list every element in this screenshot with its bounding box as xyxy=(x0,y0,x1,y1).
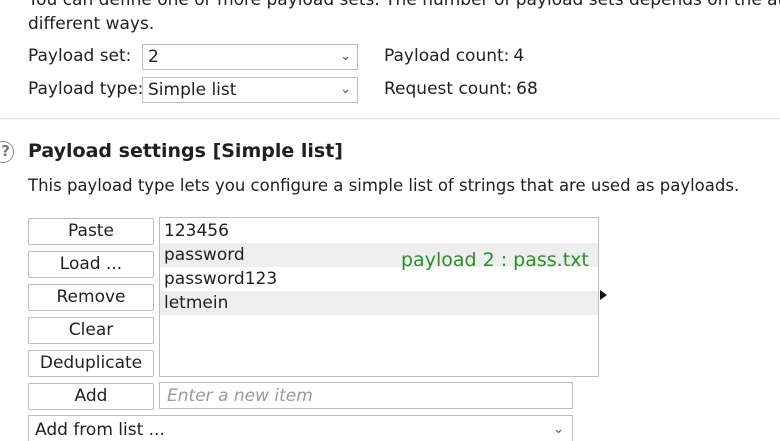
intro-line-2: different ways. xyxy=(28,14,155,34)
caret-right-icon xyxy=(600,290,607,300)
paste-button[interactable]: Paste xyxy=(28,218,154,245)
chevron-down-icon: ⌄ xyxy=(553,422,564,437)
payload-type-select[interactable]: Simple list ⌄ xyxy=(142,77,358,103)
payload-set-value: 2 xyxy=(148,47,159,67)
new-item-input[interactable] xyxy=(159,382,573,409)
clear-button[interactable]: Clear xyxy=(28,317,154,344)
payload-count-value: 4 xyxy=(513,46,525,66)
request-count-value: 68 xyxy=(516,79,538,99)
section-divider xyxy=(0,118,780,119)
list-item[interactable]: letmein xyxy=(160,291,598,315)
load-button[interactable]: Load ... xyxy=(28,251,154,278)
payload-count-label: Payload count: xyxy=(384,46,510,66)
payload-count: Payload count: 4 xyxy=(384,46,524,66)
payload-type-value: Simple list xyxy=(148,80,237,100)
chevron-down-icon: ⌄ xyxy=(340,49,351,64)
payload-set-label: Payload set: xyxy=(28,46,132,66)
remove-button[interactable]: Remove xyxy=(28,284,154,311)
add-from-list-label: Add from list ... xyxy=(35,420,165,440)
request-count: Request count: 68 xyxy=(384,79,538,99)
payload-list[interactable]: 123456 password password123 letmein xyxy=(159,217,599,377)
intro-text: You can define one or more payload sets.… xyxy=(28,0,780,36)
payload-set-select[interactable]: 2 ⌄ xyxy=(142,44,358,70)
payload-settings-description: This payload type lets you configure a s… xyxy=(28,176,740,195)
add-button[interactable]: Add xyxy=(28,383,154,410)
list-item[interactable]: 123456 xyxy=(160,219,598,243)
chevron-down-icon: ⌄ xyxy=(340,82,351,97)
payload-type-label: Payload type: xyxy=(28,79,144,99)
request-count-label: Request count: xyxy=(384,79,513,99)
payload-settings-title: Payload settings [Simple list] xyxy=(28,140,343,162)
add-from-list-select[interactable]: Add from list ... ⌄ xyxy=(28,415,573,441)
deduplicate-button[interactable]: Deduplicate xyxy=(28,350,154,377)
payloads-panel: You can define one or more payload sets.… xyxy=(0,0,780,441)
question-circle-icon[interactable]: ? xyxy=(0,141,14,163)
payload-annotation: payload 2 : pass.txt xyxy=(401,249,589,271)
intro-line-1: You can define one or more payload sets.… xyxy=(28,0,780,10)
